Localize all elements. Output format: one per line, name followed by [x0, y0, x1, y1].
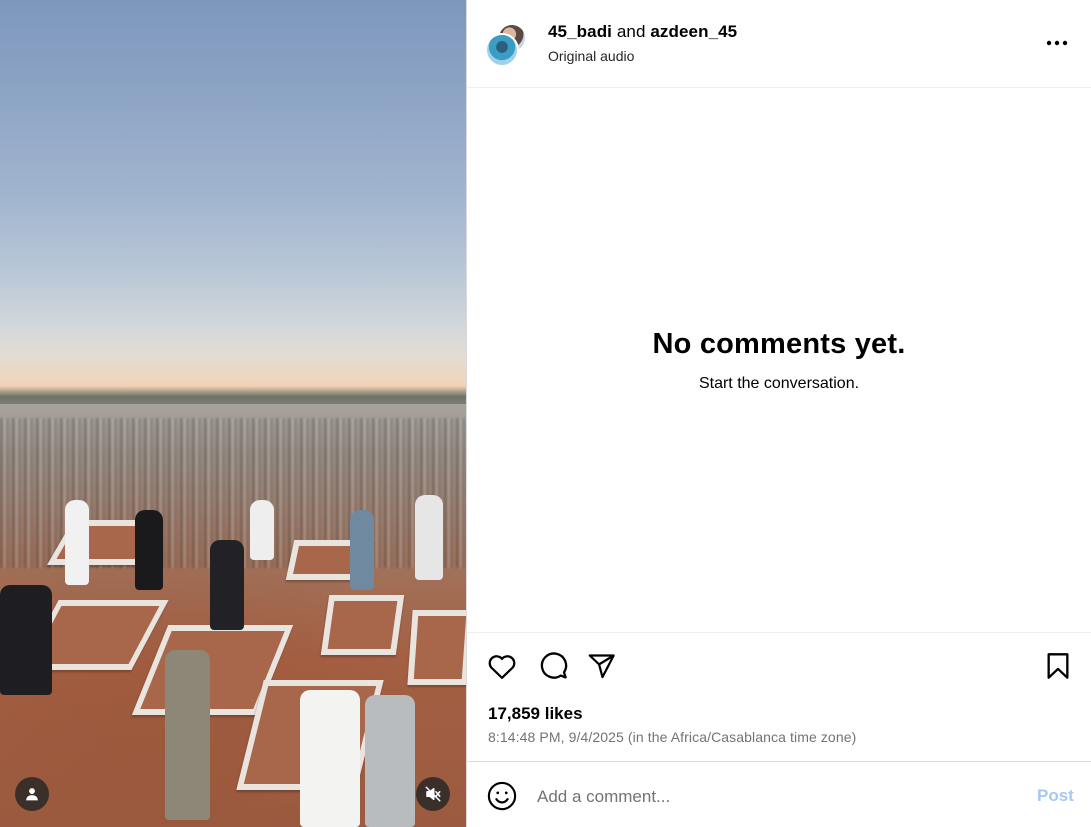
speaker-muted-icon [425, 786, 441, 802]
username-link[interactable]: 45_badi [548, 22, 612, 41]
names-conjunction: and [616, 22, 646, 41]
post-modal: 45_badi and azdeen_45 Original audio No … [0, 0, 1091, 827]
avatar[interactable] [485, 33, 519, 67]
post-actions: 17,859 likes 8:14:48 PM, 9/4/2025 (in th… [467, 632, 1091, 761]
smiley-icon [487, 781, 517, 811]
video-person [135, 510, 163, 590]
comment-input[interactable] [537, 782, 1007, 812]
reel-video[interactable] [0, 0, 466, 827]
video-person [210, 540, 244, 630]
mute-toggle-button[interactable] [416, 777, 450, 811]
video-person [65, 500, 89, 585]
person-icon [26, 788, 38, 801]
likes-count[interactable]: 17,859 likes [488, 704, 583, 724]
comments-empty-state: No comments yet. Start the conversation. [467, 326, 1091, 394]
share-button[interactable] [586, 651, 618, 681]
bookmark-icon [1047, 653, 1069, 679]
video-person [250, 500, 274, 560]
empty-title: No comments yet. [652, 328, 906, 360]
more-options-button[interactable] [1042, 32, 1072, 54]
post-timestamp: 8:14:48 PM, 9/4/2025 (in the Africa/Casa… [488, 729, 857, 745]
video-person [0, 585, 52, 695]
comment-button[interactable] [537, 651, 569, 681]
comment-bubble-icon [540, 651, 567, 679]
save-button[interactable] [1042, 651, 1074, 681]
more-horizontal-icon [1046, 40, 1068, 46]
post-comment-button[interactable]: Post [1037, 786, 1074, 806]
video-grave [320, 595, 405, 655]
video-person [415, 495, 443, 580]
video-person [350, 510, 374, 590]
video-person [300, 690, 360, 827]
video-grave [407, 610, 466, 685]
post-side-panel: 45_badi and azdeen_45 Original audio No … [467, 0, 1091, 827]
collab-names: 45_badi and azdeen_45 [548, 22, 737, 42]
comment-composer: Post [467, 761, 1091, 827]
heart-icon [488, 655, 516, 679]
audio-link[interactable]: Original audio [548, 48, 634, 64]
paper-plane-icon [588, 654, 615, 679]
emoji-button[interactable] [486, 780, 518, 812]
video-person [165, 650, 210, 820]
username-link[interactable]: azdeen_45 [650, 22, 737, 41]
tagged-users-button[interactable] [15, 777, 49, 811]
like-button[interactable] [486, 651, 518, 681]
empty-subtitle: Start the conversation. [698, 375, 860, 392]
collab-avatars[interactable] [485, 23, 529, 67]
video-person [365, 695, 415, 827]
post-header: 45_badi and azdeen_45 Original audio [467, 0, 1091, 88]
